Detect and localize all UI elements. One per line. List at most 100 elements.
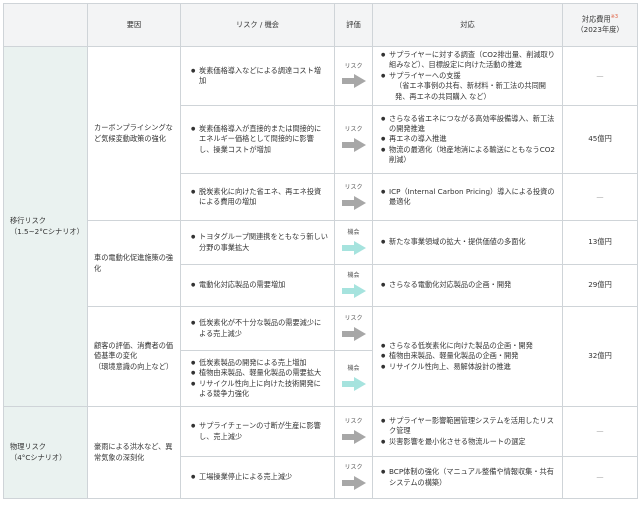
response-cell: サプライヤー影響範囲管理システムを活用したリスク管理 災害影響を最小化させる物流…	[372, 406, 563, 458]
category-transition: 移行リスク （1.5~2°Cシナリオ）	[3, 45, 88, 408]
risk-item: 工場操業停止による売上減少	[191, 472, 328, 482]
opportunity-arrow-icon	[341, 377, 366, 392]
risk-cell: 脱炭素化に向けた省エネ、再エネ投資による費用の増加	[180, 173, 335, 222]
response-item: サプライヤー影響範囲管理システムを活用したリスク管理	[381, 416, 556, 437]
category-physical-scenario: （4°Cシナリオ）	[10, 452, 67, 462]
eval-cell: 機会	[334, 350, 373, 408]
header-category	[3, 3, 88, 47]
response-item: サプライヤーへの支援（省エネ事例の共有、新材料・新工法の共同開発、再エネの共同購…	[381, 71, 556, 102]
category-physical: 物理リスク （4°Cシナリオ）	[3, 406, 88, 500]
category-physical-title: 物理リスク	[10, 442, 46, 452]
response-item: 植物由来製品、軽量化製品の企画・開発	[381, 351, 556, 361]
response-item: さらなる低炭素化に向けた製品の企画・開発	[381, 341, 556, 351]
eval-label-risk: リスク	[344, 62, 363, 70]
risk-cell: 炭素価格導入が直接的または間接的にエネルギー価格として間接的に影響し、操業コスト…	[180, 105, 335, 175]
header-cost: 対応費用※3 （2023年度）	[562, 3, 638, 47]
risk-item: サプライチェーンの寸断が生産に影響し、売上減少	[191, 421, 328, 442]
cost-cell: —	[562, 173, 638, 222]
risk-item: 炭素価格導入などによる調達コスト増加	[191, 66, 328, 87]
response-cell: さらなる電動化対応製品の企画・開発	[372, 264, 563, 308]
risk-arrow-icon	[341, 430, 366, 445]
risk-cell: 炭素価格導入などによる調達コスト増加	[180, 45, 335, 107]
risk-item: 植物由来製品、軽量化製品の需要拡大	[191, 368, 328, 378]
risk-cell: 低炭素化が不十分な製品の需要減少による売上減少	[180, 306, 335, 352]
climate-risk-table: 要因 リスク / 機会 評価 対応 対応費用※3 （2023年度） 移行リスク …	[3, 3, 638, 500]
header-cost-label: 対応費用	[581, 14, 611, 24]
response-item: 再エネの導入推進	[381, 134, 556, 144]
header-cost-year: （2023年度）	[576, 25, 624, 35]
eval-label-opportunity: 機会	[347, 365, 360, 373]
risk-cell: 低炭素製品の開発による売上増加 植物由来製品、軽量化製品の需要拡大 リサイクル性…	[180, 350, 335, 408]
cost-cell: 32億円	[562, 306, 638, 408]
response-item: さらなる省エネにつながる高効率設備導入、新工法の開発推進	[381, 114, 556, 135]
risk-item: 電動化対応製品の需要増加	[191, 280, 328, 290]
response-item: 新たな事業領域の拡大・提供価値の多面化	[381, 237, 556, 247]
header-row: 要因 リスク / 機会 評価 対応 対応費用※3 （2023年度）	[3, 3, 638, 47]
response-item: リサイクル性向上、易解体設計の推進	[381, 362, 556, 372]
risk-arrow-icon	[341, 138, 366, 153]
risk-arrow-icon	[341, 327, 366, 342]
header-cost-note: ※3	[610, 14, 619, 21]
factor-customer: 顧客の評価、消費者の価値基準の変化 （環境意識の向上など）	[87, 306, 181, 408]
cost-cell: 45億円	[562, 105, 638, 175]
category-transition-title: 移行リスク	[10, 216, 46, 226]
response-cell: BCP体制の強化（マニュアル整備や情報収集・共有システムの構築）	[372, 456, 563, 500]
factor-customer-note: （環境意識の向上など）	[94, 361, 174, 371]
eval-cell: リスク	[334, 45, 373, 107]
response-cell: さらなる省エネにつながる高効率設備導入、新工法の開発推進 再エネの導入推進 物流…	[372, 105, 563, 175]
eval-cell: リスク	[334, 306, 373, 352]
opportunity-arrow-icon	[341, 284, 366, 299]
eval-cell: リスク	[334, 173, 373, 222]
eval-label-risk: リスク	[344, 464, 363, 472]
risk-arrow-icon	[341, 74, 366, 89]
cost-cell: —	[562, 45, 638, 107]
cost-cell: 29億円	[562, 264, 638, 308]
factor-weather: 豪雨による洪水など、異常気象の深刻化	[87, 406, 181, 500]
risk-arrow-icon	[341, 476, 366, 491]
eval-label-risk: リスク	[344, 418, 363, 426]
eval-cell: リスク	[334, 456, 373, 500]
factor-carbon: カーボンプライシングなど気候変動政策の強化	[87, 45, 181, 222]
eval-cell: 機会	[334, 220, 373, 266]
risk-arrow-icon	[341, 195, 366, 210]
factor-ev: 車の電動化促進施策の強化	[87, 220, 181, 308]
risk-item: トヨタグループ関連携をともなう新しい分野の事業拡大	[191, 232, 328, 253]
category-transition-scenario: （1.5~2°Cシナリオ）	[10, 226, 84, 236]
eval-label-risk: リスク	[344, 126, 363, 134]
risk-cell: サプライチェーンの寸断が生産に影響し、売上減少	[180, 406, 335, 458]
risk-item: リサイクル性向上に向けた技術開発による競争力強化	[191, 379, 328, 400]
header-factor: 要因	[87, 3, 181, 47]
opportunity-arrow-icon	[341, 241, 366, 256]
header-response: 対応	[372, 3, 563, 47]
response-item: サプライヤーに対する調査（CO2排出量、削減取り組みなど）、目標設定に向けた活動…	[381, 50, 556, 71]
cost-cell: —	[562, 456, 638, 500]
risk-cell: トヨタグループ関連携をともなう新しい分野の事業拡大	[180, 220, 335, 266]
response-subnote: （省エネ事例の共有、新材料・新工法の共同開発、再エネの共同購入 など）	[395, 81, 546, 101]
eval-label-opportunity: 機会	[347, 272, 360, 280]
risk-item: 低炭素化が不十分な製品の需要減少による売上減少	[191, 318, 328, 339]
risk-item: 炭素価格導入が直接的または間接的にエネルギー価格として間接的に影響し、操業コスト…	[191, 124, 328, 155]
response-cell: ICP（Internal Carbon Pricing）導入による投資の最適化	[372, 173, 563, 222]
table-row: 移行リスク （1.5~2°Cシナリオ） カーボンプライシングなど気候変動政策の強…	[3, 45, 638, 408]
response-item: BCP体制の強化（マニュアル整備や情報収集・共有システムの構築）	[381, 467, 556, 488]
cost-cell: 13億円	[562, 220, 638, 266]
header-risk: リスク / 機会	[180, 3, 335, 47]
eval-cell: リスク	[334, 406, 373, 458]
table-row: 物理リスク （4°Cシナリオ） 豪雨による洪水など、異常気象の深刻化 サプライチ…	[3, 406, 638, 500]
table-row: 顧客の評価、消費者の価値基準の変化 （環境意識の向上など） 低炭素化が不十分な製…	[4, 306, 638, 408]
eval-cell: 機会	[334, 264, 373, 308]
response-cell: 新たな事業領域の拡大・提供価値の多面化	[372, 220, 563, 266]
eval-label-risk: リスク	[344, 315, 363, 323]
eval-label-risk: リスク	[344, 183, 363, 191]
risk-cell: 電動化対応製品の需要増加	[180, 264, 335, 308]
response-cell: さらなる低炭素化に向けた製品の企画・開発 植物由来製品、軽量化製品の企画・開発 …	[372, 306, 563, 408]
response-item: ICP（Internal Carbon Pricing）導入による投資の最適化	[381, 187, 556, 208]
response-item: 災害影響を最小化させる物流ルートの選定	[381, 437, 556, 447]
response-item: さらなる電動化対応製品の企画・開発	[381, 280, 556, 290]
risk-item: 低炭素製品の開発による売上増加	[191, 358, 328, 368]
cost-cell: —	[562, 406, 638, 458]
eval-label-opportunity: 機会	[347, 229, 360, 237]
table-row: 車の電動化促進施策の強化 トヨタグループ関連携をともなう新しい分野の事業拡大 機…	[4, 220, 638, 308]
risk-item: 脱炭素化に向けた省エネ、再エネ投資による費用の増加	[191, 187, 328, 208]
eval-cell: リスク	[334, 105, 373, 175]
